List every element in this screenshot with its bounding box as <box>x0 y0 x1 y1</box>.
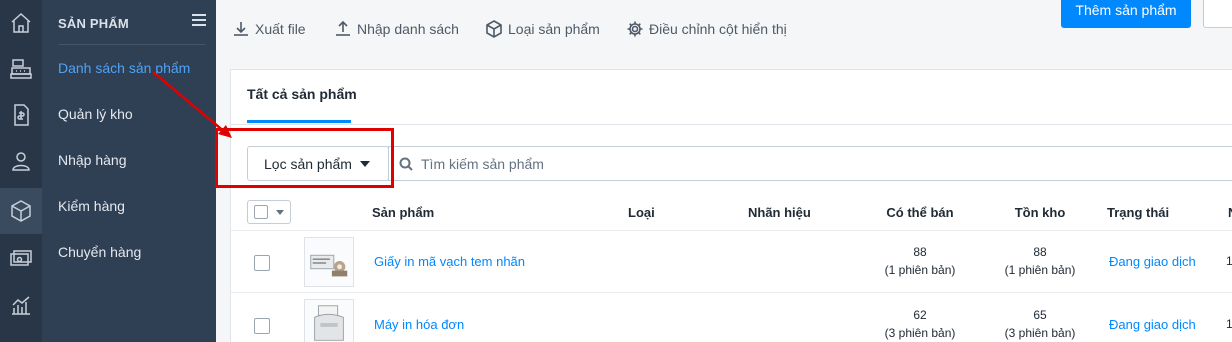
header-divider <box>231 230 1232 231</box>
sidebar-item-product-list[interactable]: Danh sách sản phẩm <box>58 60 190 76</box>
column-header-brand[interactable]: Nhãn hiệu <box>748 205 811 220</box>
annotation-highlight-box <box>215 128 394 188</box>
product-name-link[interactable]: Giấy in mã vạch tem nhãn <box>374 254 525 269</box>
types-label: Loại sản phẩm <box>508 21 600 37</box>
user-icon[interactable] <box>0 138 42 184</box>
adjust-columns-button[interactable]: Điều chỉnh cột hiển thị <box>626 20 787 38</box>
report-chart-icon[interactable] <box>0 282 42 328</box>
row-checkbox[interactable] <box>254 318 270 334</box>
home-icon[interactable] <box>0 0 42 46</box>
columns-label: Điều chỉnh cột hiển thị <box>649 21 787 37</box>
caret-down-icon <box>276 209 284 215</box>
available-quantity: 62 (3 phiên bản) <box>885 306 956 342</box>
product-types-button[interactable]: Loại sản phẩm <box>485 20 600 38</box>
available-value: 88 <box>913 245 927 259</box>
printer-image-icon <box>314 305 344 341</box>
cube-icon <box>486 20 502 38</box>
tab-all-products[interactable]: Tất cả sản phẩm <box>247 86 357 102</box>
available-value: 62 <box>913 308 927 322</box>
tabs-divider <box>231 124 1232 125</box>
checkbox-icon <box>254 205 268 219</box>
export-file-button[interactable]: Xuất file <box>232 20 306 38</box>
available-quantity: 88 (1 phiên bản) <box>885 243 956 279</box>
stock-quantity: 88 (1 phiên bản) <box>1005 243 1076 279</box>
product-list-card: Tất cả sản phẩm Lọc sản phẩm Sản phẩm Lo… <box>230 69 1232 342</box>
stock-value: 65 <box>1033 308 1047 322</box>
stock-quantity: 65 (3 phiên bản) <box>1005 306 1076 342</box>
active-tab-indicator <box>247 120 351 123</box>
upload-icon <box>336 20 350 36</box>
invoice-icon[interactable] <box>0 92 42 138</box>
money-icon[interactable] <box>0 236 42 282</box>
product-thumbnail <box>304 299 354 342</box>
extra-value: 1 <box>1226 317 1232 331</box>
label-paper-image-icon <box>310 254 348 277</box>
available-variants: (3 phiên bản) <box>884 326 956 340</box>
row-checkbox[interactable] <box>254 255 270 271</box>
search-input[interactable] <box>421 155 821 172</box>
product-name-link[interactable]: Máy in hóa đơn <box>374 317 464 332</box>
export-label: Xuất file <box>255 21 306 37</box>
cash-register-icon[interactable] <box>0 46 42 92</box>
stock-variants: (1 phiên bản) <box>1004 263 1076 277</box>
gear-icon <box>627 21 643 37</box>
sidebar-panel: SẢN PHẨM Danh sách sản phẩm Quản lý kho … <box>42 0 216 342</box>
sidebar-title: SẢN PHẨM <box>58 16 129 31</box>
sidebar-item-import-goods[interactable]: Nhập hàng <box>58 152 127 168</box>
column-header-stock[interactable]: Tồn kho <box>1015 205 1066 220</box>
search-box <box>388 146 1232 181</box>
column-header-status[interactable]: Trạng thái <box>1107 205 1169 220</box>
column-header-extra[interactable]: N <box>1228 205 1232 220</box>
stock-value: 88 <box>1033 245 1047 259</box>
sidebar-divider <box>58 44 206 45</box>
icon-rail <box>0 0 42 342</box>
column-header-product[interactable]: Sản phẩm <box>372 205 434 220</box>
status-label: Đang giao dịch <box>1109 254 1196 269</box>
stock-variants: (3 phiên bản) <box>1004 326 1076 340</box>
download-icon <box>234 22 248 36</box>
available-variants: (1 phiên bản) <box>884 263 956 277</box>
box-icon[interactable] <box>0 188 42 234</box>
extra-value: 1 <box>1226 254 1232 268</box>
secondary-action-button[interactable] <box>1203 0 1232 28</box>
column-header-available[interactable]: Có thể bán <box>886 205 953 220</box>
row-divider <box>231 292 1232 293</box>
search-icon <box>399 157 413 171</box>
column-header-type[interactable]: Loại <box>628 205 655 220</box>
sidebar-item-inventory[interactable]: Quản lý kho <box>58 106 133 122</box>
hamburger-menu-icon[interactable] <box>192 14 206 28</box>
bulk-select-checkbox[interactable] <box>247 200 291 224</box>
import-label: Nhập danh sách <box>357 21 459 37</box>
product-thumbnail <box>304 237 354 287</box>
import-list-button[interactable]: Nhập danh sách <box>334 20 459 38</box>
add-product-button[interactable]: Thêm sản phẩm <box>1061 0 1191 28</box>
sidebar-item-stock-check[interactable]: Kiểm hàng <box>58 198 125 214</box>
status-label: Đang giao dịch <box>1109 317 1196 332</box>
sidebar-item-transfer[interactable]: Chuyển hàng <box>58 244 141 260</box>
